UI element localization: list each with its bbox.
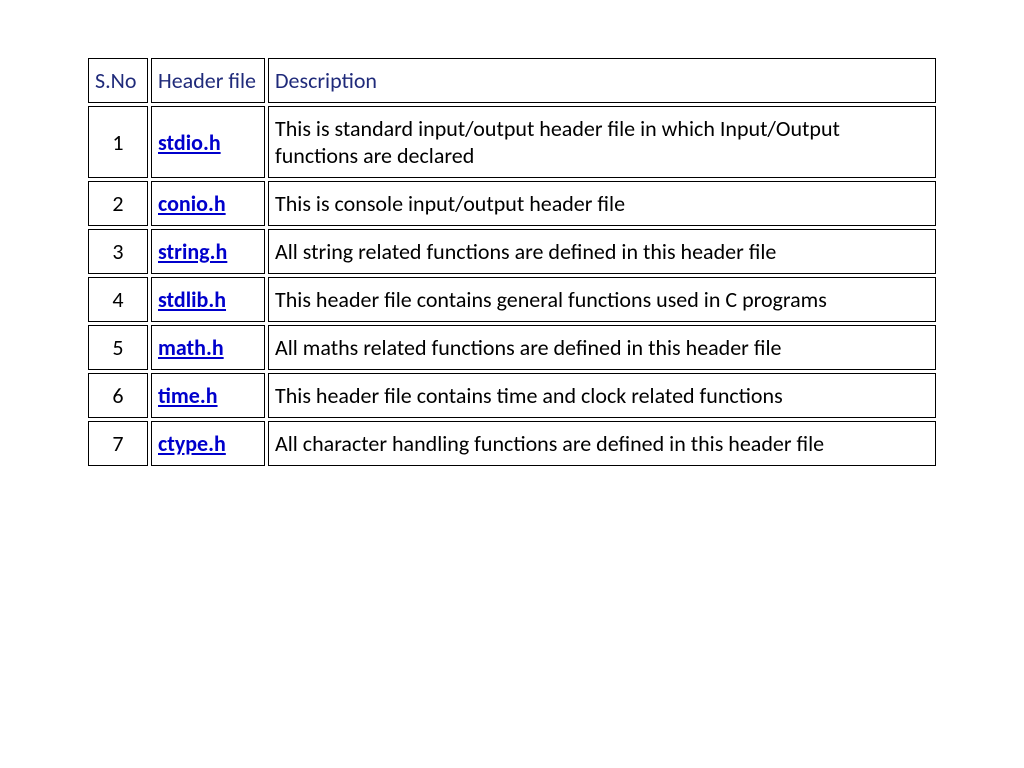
column-header-description: Description — [268, 58, 936, 103]
column-header-file: Header file — [151, 58, 265, 103]
cell-description: All string related functions are defined… — [268, 229, 936, 274]
cell-sno: 1 — [88, 106, 148, 178]
header-files-table: S.No Header file Description 1 stdio.h T… — [85, 55, 939, 469]
cell-header-file: time.h — [151, 373, 265, 418]
cell-header-file: stdio.h — [151, 106, 265, 178]
cell-sno: 3 — [88, 229, 148, 274]
cell-sno: 5 — [88, 325, 148, 370]
cell-description: This is standard input/output header fil… — [268, 106, 936, 178]
table-row: 4 stdlib.h This header file contains gen… — [88, 277, 936, 322]
table-row: 6 time.h This header file contains time … — [88, 373, 936, 418]
cell-sno: 7 — [88, 421, 148, 466]
header-file-link[interactable]: ctype.h — [158, 430, 226, 457]
cell-sno: 6 — [88, 373, 148, 418]
header-file-link[interactable]: conio.h — [158, 190, 226, 217]
cell-header-file: conio.h — [151, 181, 265, 226]
column-header-sno: S.No — [88, 58, 148, 103]
table-header-row: S.No Header file Description — [88, 58, 936, 103]
table-row: 2 conio.h This is console input/output h… — [88, 181, 936, 226]
cell-sno: 2 — [88, 181, 148, 226]
table-row: 3 string.h All string related functions … — [88, 229, 936, 274]
cell-header-file: stdlib.h — [151, 277, 265, 322]
cell-description: All maths related functions are defined … — [268, 325, 936, 370]
cell-sno: 4 — [88, 277, 148, 322]
header-file-link[interactable]: stdlib.h — [158, 286, 226, 313]
cell-header-file: math.h — [151, 325, 265, 370]
table-row: 7 ctype.h All character handling functio… — [88, 421, 936, 466]
header-file-link[interactable]: time.h — [158, 382, 218, 409]
cell-header-file: string.h — [151, 229, 265, 274]
cell-header-file: ctype.h — [151, 421, 265, 466]
header-file-link[interactable]: string.h — [158, 238, 227, 265]
header-file-link[interactable]: math.h — [158, 334, 224, 361]
table-row: 5 math.h All maths related functions are… — [88, 325, 936, 370]
cell-description: All character handling functions are def… — [268, 421, 936, 466]
table-row: 1 stdio.h This is standard input/output … — [88, 106, 936, 178]
cell-description: This header file contains general functi… — [268, 277, 936, 322]
cell-description: This is console input/output header file — [268, 181, 936, 226]
page-container: S.No Header file Description 1 stdio.h T… — [0, 0, 1024, 524]
header-file-link[interactable]: stdio.h — [158, 129, 221, 156]
cell-description: This header file contains time and clock… — [268, 373, 936, 418]
